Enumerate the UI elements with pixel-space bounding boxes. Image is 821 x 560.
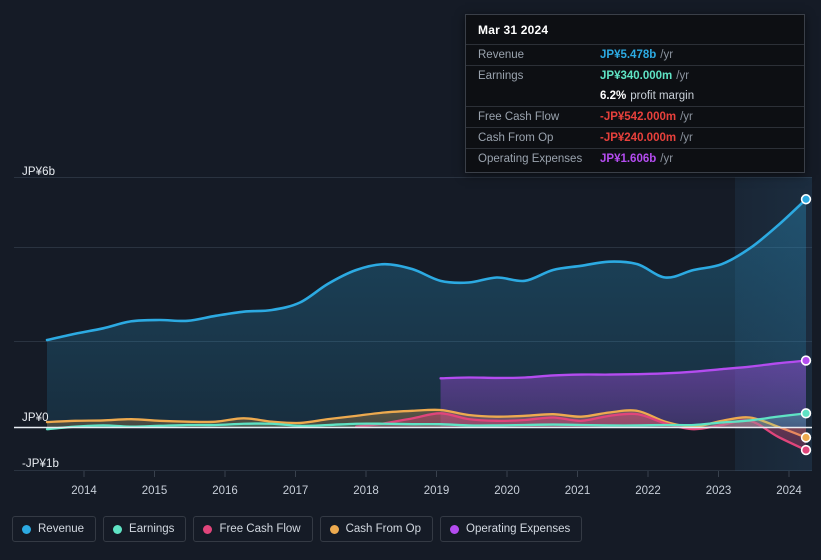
x-axis-label-2019: 2019 [424, 485, 450, 497]
tooltip-row-label: Operating Expenses [478, 152, 600, 166]
tooltip-row-cash-from-op: Cash From Op-JP¥240.000m/yr [466, 127, 804, 148]
legend-color-dot [203, 525, 212, 534]
tooltip-row-value: -JP¥542.000m [600, 110, 676, 124]
x-axis-label-2017: 2017 [283, 485, 309, 497]
series-layer [47, 199, 806, 450]
tooltip-row-value: 6.2% [600, 89, 626, 103]
tooltip-row-value: JP¥5.478b [600, 48, 656, 62]
legend-item-label: Revenue [38, 523, 84, 535]
legend-item-label: Operating Expenses [466, 523, 570, 535]
x-axis-label-2022: 2022 [635, 485, 661, 497]
tooltip-date: Mar 31 2024 [466, 22, 804, 44]
tooltip-row-value: -JP¥240.000m [600, 131, 676, 145]
tooltip-row-unit: /yr [676, 69, 689, 83]
legend-color-dot [450, 525, 459, 534]
tooltip-row-free-cash-flow: Free Cash Flow-JP¥542.000m/yr [466, 106, 804, 127]
x-tick-marks [84, 471, 789, 477]
tooltip-row-profit-margin: 6.2% profit margin [466, 86, 804, 106]
legend-item-operating-expenses[interactable]: Operating Expenses [440, 516, 582, 542]
tooltip-row-label: Cash From Op [478, 131, 600, 145]
legend-color-dot [330, 525, 339, 534]
y-axis-label-0: JP¥6b [22, 166, 55, 178]
legend-item-free-cash-flow[interactable]: Free Cash Flow [193, 516, 312, 542]
data-tooltip: Mar 31 2024 RevenueJP¥5.478b/yrEarningsJ… [465, 14, 805, 173]
x-axis-label-2023: 2023 [706, 485, 732, 497]
endpoint-marker-revenue[interactable] [802, 195, 811, 204]
tooltip-row-label: Revenue [478, 48, 600, 62]
tooltip-row-unit: /yr [660, 152, 673, 166]
tooltip-row-unit: /yr [680, 131, 693, 145]
y-axis-label-2: -JP¥1b [22, 458, 59, 470]
legend-item-cash-from-op[interactable]: Cash From Op [320, 516, 433, 542]
x-axis-label-2021: 2021 [565, 485, 591, 497]
x-axis-label-2014: 2014 [71, 485, 97, 497]
endpoint-marker-cash-from-op[interactable] [802, 433, 811, 442]
tooltip-row-unit: profit margin [630, 89, 694, 103]
tooltip-row-unit: /yr [660, 48, 673, 62]
legend-color-dot [22, 525, 31, 534]
x-axis-label-2020: 2020 [494, 485, 520, 497]
tooltip-row-value: JP¥1.606b [600, 152, 656, 166]
legend-item-label: Free Cash Flow [219, 523, 300, 535]
y-axis-label-1: JP¥0 [22, 412, 49, 424]
financial-chart: JP¥6b JP¥0 -JP¥1b 2014 2015 2016 2017 2018 2019… [0, 0, 821, 560]
tooltip-row-label: Free Cash Flow [478, 110, 600, 124]
endpoint-marker-operating-expenses[interactable] [802, 356, 811, 365]
chart-legend[interactable]: Revenue Earnings Free Cash Flow Cash From O… [12, 516, 582, 542]
x-axis-label-2024: 2024 [776, 485, 802, 497]
legend-item-earnings[interactable]: Earnings [103, 516, 186, 542]
tooltip-row-earnings: EarningsJP¥340.000m/yr [466, 65, 804, 86]
tooltip-row-label: Earnings [478, 69, 600, 83]
x-axis-label-2018: 2018 [353, 485, 379, 497]
x-axis-label-2015: 2015 [142, 485, 168, 497]
legend-item-label: Earnings [129, 523, 174, 535]
tooltip-row-unit: /yr [680, 110, 693, 124]
legend-color-dot [113, 525, 122, 534]
tooltip-row-revenue: RevenueJP¥5.478b/yr [466, 44, 804, 65]
endpoint-marker-earnings[interactable] [802, 409, 811, 418]
legend-item-label: Cash From Op [346, 523, 421, 535]
tooltip-row-operating-expenses: Operating ExpensesJP¥1.606b/yr [466, 148, 804, 169]
x-axis-label-2016: 2016 [212, 485, 238, 497]
legend-item-revenue[interactable]: Revenue [12, 516, 96, 542]
endpoint-marker-free-cash-flow[interactable] [802, 446, 811, 455]
tooltip-rows: RevenueJP¥5.478b/yrEarningsJP¥340.000m/y… [466, 44, 804, 169]
tooltip-row-value: JP¥340.000m [600, 69, 672, 83]
